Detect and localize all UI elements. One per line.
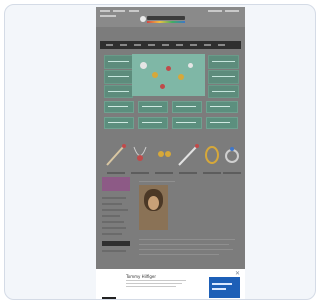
webpage-screenshot: ✕ Tommy Hilfiger	[96, 7, 245, 299]
ad-text	[126, 286, 176, 287]
product-tile[interactable]	[152, 142, 176, 174]
header-link[interactable]	[100, 15, 116, 17]
earring-icon	[160, 84, 165, 89]
preview-card: ✕ Tommy Hilfiger	[4, 4, 316, 300]
nav-item[interactable]	[134, 44, 141, 46]
earring-icon	[166, 66, 171, 71]
nav-item[interactable]	[162, 44, 169, 46]
nav-item[interactable]	[106, 44, 113, 46]
product-tile[interactable]	[220, 142, 244, 174]
header-link[interactable]	[208, 10, 222, 12]
sidebar-link[interactable]	[102, 233, 122, 235]
article-text	[139, 249, 233, 250]
category-banner[interactable]	[104, 117, 134, 129]
nav-item[interactable]	[190, 44, 197, 46]
category-banner[interactable]	[138, 101, 168, 113]
earring-icon	[140, 62, 147, 69]
ad-text	[126, 283, 182, 284]
site-logo[interactable]	[147, 16, 185, 20]
promo-banner[interactable]	[104, 70, 133, 84]
model-photo[interactable]	[139, 185, 168, 230]
header-link[interactable]	[129, 10, 139, 12]
promo-banner[interactable]	[208, 70, 239, 84]
article-text	[139, 254, 219, 255]
nav-item[interactable]	[176, 44, 183, 46]
sidebar-link[interactable]	[102, 197, 126, 199]
ad-title[interactable]: Tommy Hilfiger	[126, 274, 156, 279]
category-banner[interactable]	[206, 101, 238, 113]
earring-icon	[188, 63, 193, 68]
logo-stripe	[147, 21, 185, 23]
promo-banner[interactable]	[208, 55, 239, 69]
hero-banner[interactable]	[132, 54, 205, 96]
sidebar-button[interactable]	[102, 241, 130, 246]
ad-image[interactable]	[209, 277, 240, 298]
sidebar-link[interactable]	[102, 209, 128, 211]
product-tile[interactable]	[176, 142, 200, 174]
category-banner[interactable]	[138, 117, 168, 129]
promo-banner[interactable]	[104, 85, 133, 98]
earring-icon	[178, 74, 184, 80]
nav-item[interactable]	[218, 44, 225, 46]
product-tile[interactable]	[104, 142, 128, 174]
promo-banner[interactable]	[104, 55, 133, 69]
category-banner[interactable]	[172, 101, 202, 113]
ring-icon	[225, 147, 239, 163]
nav-item[interactable]	[120, 44, 127, 46]
header-link[interactable]	[225, 10, 239, 12]
product-tile[interactable]	[128, 142, 152, 174]
ad-brand-logo[interactable]	[102, 297, 116, 299]
sidebar-link[interactable]	[102, 221, 124, 223]
logo-icon[interactable]	[140, 16, 146, 22]
ad-text	[126, 280, 186, 281]
advertisement-banner[interactable]: ✕ Tommy Hilfiger	[96, 269, 245, 299]
sidebar	[102, 177, 130, 257]
category-banner[interactable]	[104, 101, 134, 113]
article-text	[139, 244, 229, 245]
header-link[interactable]	[113, 10, 125, 12]
nav-item[interactable]	[148, 44, 155, 46]
sidebar-banner[interactable]	[102, 177, 130, 191]
sidebar-link[interactable]	[102, 227, 126, 229]
sidebar-link[interactable]	[102, 250, 126, 252]
sidebar-link[interactable]	[102, 203, 122, 205]
article-text	[139, 239, 235, 240]
bracelet-icon	[106, 144, 126, 166]
nav-item[interactable]	[204, 44, 211, 46]
header-link[interactable]	[100, 10, 110, 12]
earrings-icon	[158, 151, 171, 157]
category-banner[interactable]	[172, 117, 202, 129]
promo-banner[interactable]	[208, 85, 239, 98]
article-heading	[139, 181, 175, 182]
sidebar-link[interactable]	[102, 215, 120, 217]
category-banner[interactable]	[206, 117, 238, 129]
site-header	[96, 7, 245, 27]
necklace-icon	[133, 146, 147, 161]
bracelet-icon	[178, 144, 199, 166]
earring-icon	[152, 72, 158, 78]
main-navigation	[100, 41, 241, 49]
